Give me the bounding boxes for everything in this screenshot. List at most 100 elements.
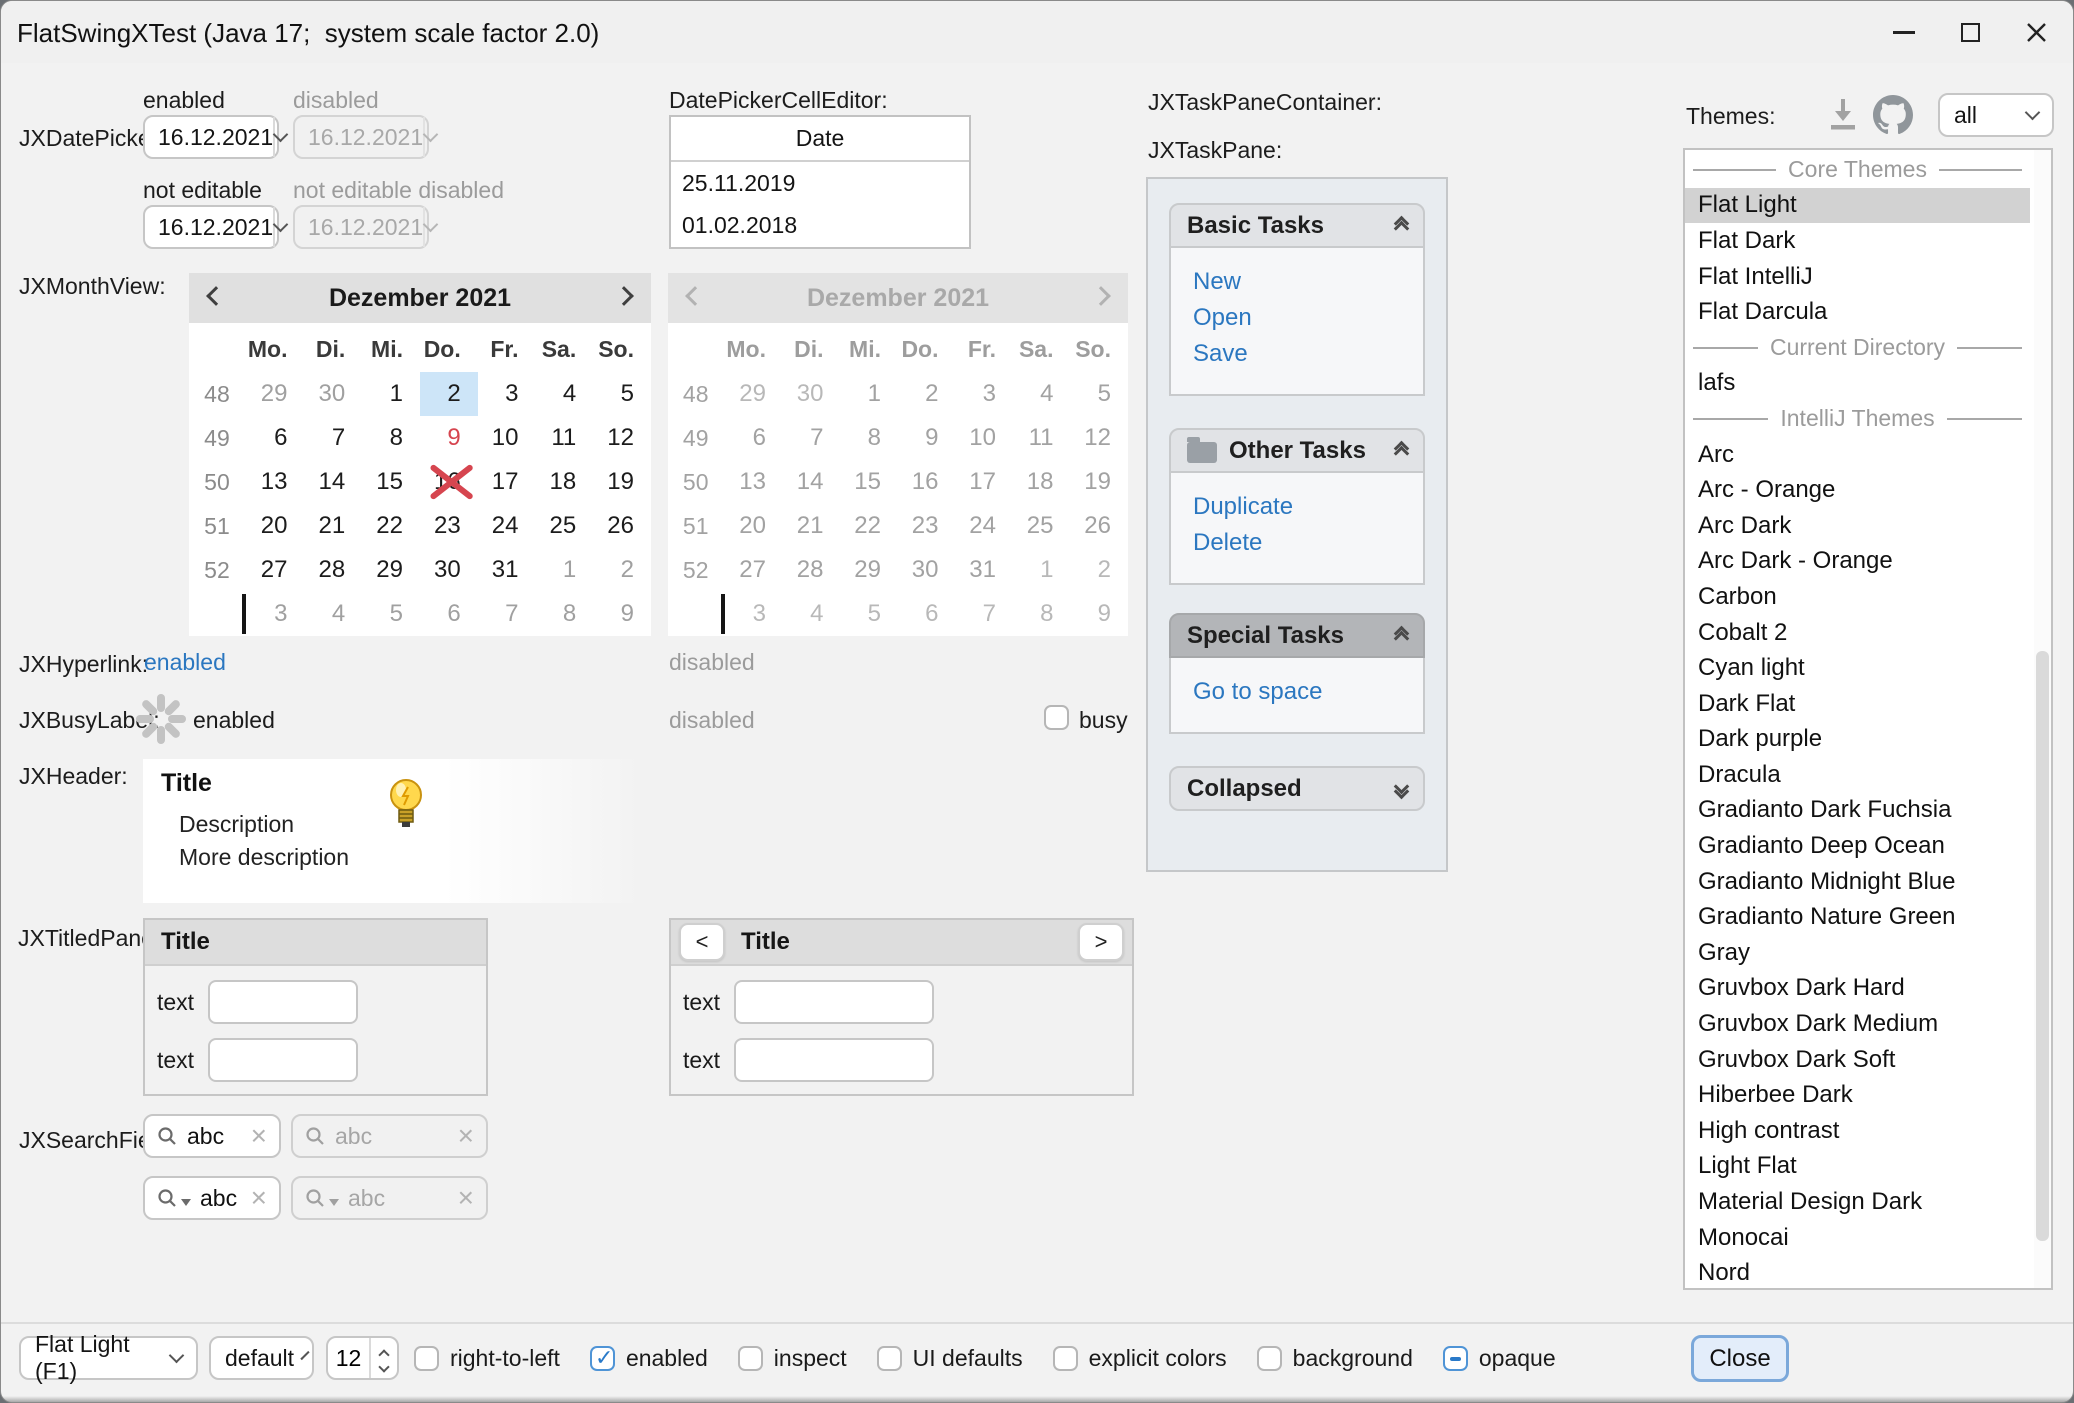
option-background[interactable]: background — [1257, 1345, 1413, 1372]
option-explicit-colors[interactable]: explicit colors — [1053, 1345, 1227, 1372]
theme-item-arc-dark-orange[interactable]: Arc Dark - Orange — [1685, 544, 2030, 580]
search-dropdown-icon[interactable] — [157, 1188, 191, 1209]
day-cell[interactable]: 29 — [362, 548, 420, 592]
theme-item-cyan-light[interactable]: Cyan light — [1685, 650, 2030, 686]
day-cell[interactable]: 16 — [420, 460, 478, 504]
theme-item-flat-intellij[interactable]: Flat IntelliJ — [1685, 259, 2030, 295]
theme-item-gradianto-dark-fuchsia[interactable]: Gradianto Dark Fuchsia — [1685, 793, 2030, 829]
day-cell[interactable]: 7 — [305, 416, 363, 460]
theme-item-arc-dark[interactable]: Arc Dark — [1685, 508, 2030, 544]
text-field[interactable] — [208, 980, 358, 1024]
checkbox-box[interactable] — [738, 1346, 763, 1371]
option-opaque[interactable]: opaque — [1443, 1345, 1556, 1372]
day-cell[interactable]: 3 — [478, 372, 536, 416]
themes-scrollbar-thumb[interactable] — [2036, 651, 2049, 1241]
day-cell[interactable]: 30 — [305, 372, 363, 416]
theme-item-gruvbox-dark-hard[interactable]: Gruvbox Dark Hard — [1685, 971, 2030, 1007]
theme-item-carbon[interactable]: Carbon — [1685, 579, 2030, 615]
search-input[interactable]: abc — [187, 1123, 242, 1150]
day-cell[interactable]: 25 — [536, 504, 594, 548]
theme-item-dark-purple[interactable]: Dark purple — [1685, 722, 2030, 758]
text-field[interactable] — [208, 1038, 358, 1082]
title-bar[interactable]: FlatSwingXTest (Java 17; system scale fa… — [1, 1, 2073, 63]
task-link-duplicate[interactable]: Duplicate — [1193, 493, 1423, 529]
day-cell[interactable]: 1 — [536, 548, 594, 592]
themes-list[interactable]: Core ThemesFlat LightFlat DarkFlat Intel… — [1683, 148, 2053, 1290]
day-cell[interactable]: 17 — [478, 460, 536, 504]
day-cell[interactable]: 5 — [593, 372, 651, 416]
day-cell[interactable]: 19 — [593, 460, 651, 504]
task-pane-header[interactable]: Other Tasks — [1169, 428, 1425, 473]
day-cell[interactable]: 11 — [536, 416, 594, 460]
checkbox-box[interactable] — [1257, 1346, 1282, 1371]
titled-panel-next-button[interactable]: > — [1078, 923, 1124, 961]
day-cell[interactable]: 26 — [593, 504, 651, 548]
titled-panel-prev-button[interactable]: < — [679, 923, 725, 961]
theme-item-light-flat[interactable]: Light Flat — [1685, 1149, 2030, 1185]
datepicker-not-editable[interactable]: 16.12.2021 — [143, 205, 279, 249]
day-cell[interactable]: 7 — [478, 592, 536, 636]
theme-item-gray[interactable]: Gray — [1685, 935, 2030, 971]
day-cell[interactable]: 22 — [362, 504, 420, 548]
day-cell[interactable]: 30 — [420, 548, 478, 592]
text-field[interactable] — [734, 980, 934, 1024]
busy-checkbox[interactable] — [1044, 705, 1069, 730]
theme-item-flat-light[interactable]: Flat Light — [1685, 188, 2030, 224]
day-cell[interactable]: 2 — [593, 548, 651, 592]
day-cell[interactable]: 4 — [536, 372, 594, 416]
checkbox-box[interactable] — [590, 1346, 615, 1371]
day-cell[interactable]: 13 — [247, 460, 305, 504]
theme-item-gradianto-nature-green[interactable]: Gradianto Nature Green — [1685, 899, 2030, 935]
day-cell[interactable]: 24 — [478, 504, 536, 548]
theme-item-hiberbee-dark[interactable]: Hiberbee Dark — [1685, 1077, 2030, 1113]
day-cell[interactable]: 9 — [593, 592, 651, 636]
prev-month-button[interactable] — [209, 289, 223, 308]
theme-item-gradianto-midnight-blue[interactable]: Gradianto Midnight Blue — [1685, 864, 2030, 900]
table-row[interactable]: 25.11.2019 — [671, 162, 969, 204]
monthview-enabled[interactable]: Dezember 2021Mo.Di.Mi.Do.Fr.Sa.So.482930… — [189, 273, 651, 636]
day-cell[interactable]: 6 — [247, 416, 305, 460]
day-cell[interactable]: 12 — [593, 416, 651, 460]
day-cell[interactable]: 8 — [536, 592, 594, 636]
day-cell[interactable]: 5 — [362, 592, 420, 636]
day-cell[interactable]: 21 — [305, 504, 363, 548]
day-cell[interactable]: 29 — [247, 372, 305, 416]
next-month-button[interactable] — [617, 289, 631, 308]
task-pane-header[interactable]: Collapsed — [1169, 766, 1425, 811]
day-cell[interactable]: 18 — [536, 460, 594, 504]
theme-item-nord[interactable]: Nord — [1685, 1255, 2030, 1290]
spinner-buttons[interactable] — [369, 1338, 397, 1378]
theme-item-gruvbox-dark-medium[interactable]: Gruvbox Dark Medium — [1685, 1006, 2030, 1042]
search-icon[interactable] — [157, 1126, 178, 1147]
font-combo[interactable]: default — [209, 1336, 314, 1380]
checkbox-box[interactable] — [877, 1346, 902, 1371]
day-cell[interactable]: 8 — [362, 416, 420, 460]
datepicker-dropdown-button[interactable] — [273, 117, 286, 157]
task-link-go-to-space[interactable]: Go to space — [1193, 678, 1423, 714]
option-inspect[interactable]: inspect — [738, 1345, 847, 1372]
download-icon[interactable] — [1828, 97, 1858, 135]
close-button[interactable]: Close — [1691, 1335, 1789, 1382]
option-ui-defaults[interactable]: UI defaults — [877, 1345, 1023, 1372]
hyperlink-enabled[interactable]: enabled — [144, 649, 226, 676]
close-window-button[interactable] — [2003, 1, 2069, 63]
day-cell[interactable]: 31 — [478, 548, 536, 592]
day-cell[interactable]: 20 — [247, 504, 305, 548]
font-size-spinner[interactable]: 12 — [326, 1336, 399, 1380]
search-input[interactable]: abc — [200, 1185, 242, 1212]
datepicker-enabled[interactable]: 16.12.2021 — [143, 115, 279, 159]
datepicker-value[interactable]: 16.12.2021 — [145, 214, 273, 241]
theme-item-gradianto-deep-ocean[interactable]: Gradianto Deep Ocean — [1685, 828, 2030, 864]
github-icon[interactable] — [1873, 95, 1913, 135]
day-cell[interactable]: 28 — [305, 548, 363, 592]
minimize-button[interactable] — [1871, 1, 1937, 63]
table-column-header[interactable]: Date — [671, 117, 969, 162]
datepicker-value[interactable]: 16.12.2021 — [145, 124, 273, 151]
day-cell[interactable]: 4 — [305, 592, 363, 636]
option-enabled[interactable]: enabled — [590, 1345, 708, 1372]
theme-item-material-design-dark[interactable]: Material Design Dark — [1685, 1184, 2030, 1220]
laf-combo[interactable]: Flat Light (F1) — [19, 1336, 198, 1380]
theme-item-flat-dark[interactable]: Flat Dark — [1685, 223, 2030, 259]
checkbox-box[interactable] — [414, 1346, 439, 1371]
datepicker-dropdown-button[interactable] — [273, 207, 286, 247]
